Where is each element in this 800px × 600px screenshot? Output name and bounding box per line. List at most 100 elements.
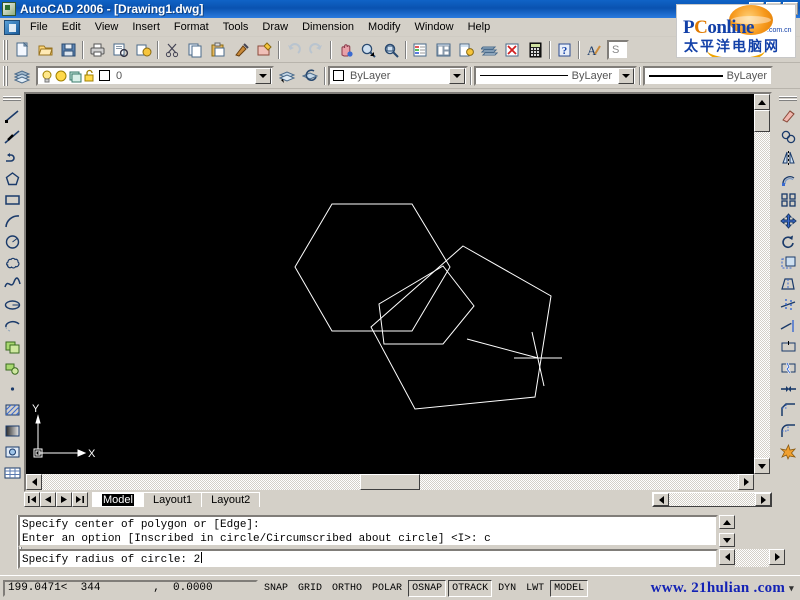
join-icon[interactable] (777, 378, 799, 399)
hatch-icon[interactable] (1, 399, 23, 420)
scroll-right-button[interactable] (738, 474, 754, 490)
copy-icon[interactable] (184, 39, 207, 61)
menu-file[interactable]: File (23, 19, 55, 35)
status-toggle-ortho[interactable]: ORTHO (328, 580, 366, 597)
stretch-icon[interactable] (777, 273, 799, 294)
layer-previous-icon[interactable] (299, 65, 322, 87)
erase-icon[interactable] (777, 105, 799, 126)
color-control[interactable]: ByLayer (328, 65, 468, 86)
status-toggle-polar[interactable]: POLAR (368, 580, 406, 597)
properties-icon[interactable] (409, 39, 432, 61)
command-scroll-right-button[interactable] (769, 549, 785, 565)
new-icon[interactable] (11, 39, 34, 61)
table-icon[interactable] (1, 462, 23, 483)
polygon-icon[interactable] (1, 168, 23, 189)
scroll-thumb-vertical[interactable] (754, 110, 770, 132)
command-scroll-track[interactable] (735, 549, 769, 567)
design-center-icon[interactable] (432, 39, 455, 61)
trim-icon[interactable] (777, 294, 799, 315)
status-toggle-osnap[interactable]: OSNAP (408, 579, 447, 597)
menu-insert[interactable]: Insert (125, 19, 167, 35)
save-icon[interactable] (57, 39, 80, 61)
sun-icon[interactable] (54, 69, 68, 83)
help-icon[interactable]: ? (553, 39, 576, 61)
gradient-icon[interactable] (1, 420, 23, 441)
document-system-icon[interactable] (4, 19, 20, 35)
status-toggle-otrack[interactable]: OTRACK (448, 579, 493, 597)
make-object-layer-current-icon[interactable] (276, 65, 299, 87)
redo-icon[interactable] (305, 39, 328, 61)
offset-icon[interactable] (777, 168, 799, 189)
zoom-window-icon[interactable] (380, 39, 403, 61)
calculator-icon[interactable] (524, 39, 547, 61)
command-scroll-left-button[interactable] (719, 549, 735, 565)
menu-edit[interactable]: Edit (55, 19, 88, 35)
circle-icon[interactable] (1, 231, 23, 252)
arc-icon[interactable] (1, 210, 23, 231)
drawing-canvas[interactable]: Y X (26, 94, 754, 474)
spline-icon[interactable] (1, 273, 23, 294)
paste-icon[interactable] (207, 39, 230, 61)
menu-modify[interactable]: Modify (361, 19, 407, 35)
layer-properties-icon[interactable] (11, 65, 34, 87)
toolbar-grip[interactable] (2, 39, 9, 60)
last-tab-icon[interactable] (72, 492, 88, 507)
menu-help[interactable]: Help (461, 19, 498, 35)
command-input-scrollbar[interactable] (719, 549, 785, 567)
break-at-point-icon[interactable] (777, 336, 799, 357)
match-properties-icon[interactable] (230, 39, 253, 61)
canvas-vertical-scrollbar[interactable] (754, 94, 770, 474)
lock-open-icon[interactable] (82, 69, 96, 83)
open-icon[interactable] (34, 39, 57, 61)
scroll-up-button[interactable] (754, 94, 770, 110)
canvas-horizontal-scrollbar[interactable] (26, 474, 754, 490)
markup-set-icon[interactable] (501, 39, 524, 61)
make-block-icon[interactable] (1, 357, 23, 378)
insert-block-icon[interactable] (1, 336, 23, 357)
tab-scroll-track[interactable] (669, 493, 755, 506)
lightbulb-on-icon[interactable] (40, 69, 54, 83)
zoom-realtime-icon[interactable] (357, 39, 380, 61)
region-icon[interactable] (1, 441, 23, 462)
array-icon[interactable] (777, 189, 799, 210)
undo-icon[interactable] (282, 39, 305, 61)
scroll-track-vertical[interactable] (754, 132, 770, 458)
menu-format[interactable]: Format (167, 19, 216, 35)
tab-scroll-left-button[interactable] (653, 493, 669, 506)
command-scroll-up-button[interactable] (719, 515, 735, 529)
ellipse-icon[interactable] (1, 294, 23, 315)
scroll-left-button[interactable] (26, 474, 42, 490)
break-icon[interactable] (777, 357, 799, 378)
polyline-icon[interactable] (1, 147, 23, 168)
text-style-icon[interactable]: A (582, 39, 605, 61)
move-icon[interactable] (777, 210, 799, 231)
first-tab-icon[interactable] (24, 492, 40, 507)
linetype-dropdown-arrow[interactable] (618, 67, 634, 84)
sheet-set-icon[interactable] (478, 39, 501, 61)
freeze-icon[interactable] (68, 69, 82, 83)
toolbar-grip[interactable] (3, 95, 21, 102)
scroll-thumb-horizontal[interactable] (360, 474, 420, 490)
plot-preview-icon[interactable] (109, 39, 132, 61)
tool-palettes-icon[interactable] (455, 39, 478, 61)
toolbar-grip[interactable] (779, 95, 797, 102)
status-toggle-snap[interactable]: SNAP (260, 580, 292, 597)
scroll-track-horizontal-2[interactable] (420, 474, 738, 490)
plot-icon[interactable] (86, 39, 109, 61)
linetype-control[interactable]: ByLayer (474, 65, 637, 86)
mirror-icon[interactable] (777, 147, 799, 168)
scroll-down-button[interactable] (754, 458, 770, 474)
menu-tools[interactable]: Tools (216, 19, 256, 35)
tab-layout1[interactable]: Layout1 (142, 492, 203, 507)
color-dropdown-arrow[interactable] (449, 67, 465, 84)
command-scroll-down-button[interactable] (719, 533, 735, 547)
menu-dimension[interactable]: Dimension (295, 19, 361, 35)
lineweight-control[interactable]: ByLayer (643, 65, 773, 86)
command-history-scrollbar[interactable] (719, 515, 735, 547)
construction-line-icon[interactable] (1, 126, 23, 147)
revision-cloud-icon[interactable] (1, 252, 23, 273)
tab-layout2[interactable]: Layout2 (201, 492, 261, 507)
menu-view[interactable]: View (88, 19, 126, 35)
extend-icon[interactable] (777, 315, 799, 336)
coordinate-display[interactable]: 199.0471< 344 , 0.0000 (3, 579, 258, 597)
